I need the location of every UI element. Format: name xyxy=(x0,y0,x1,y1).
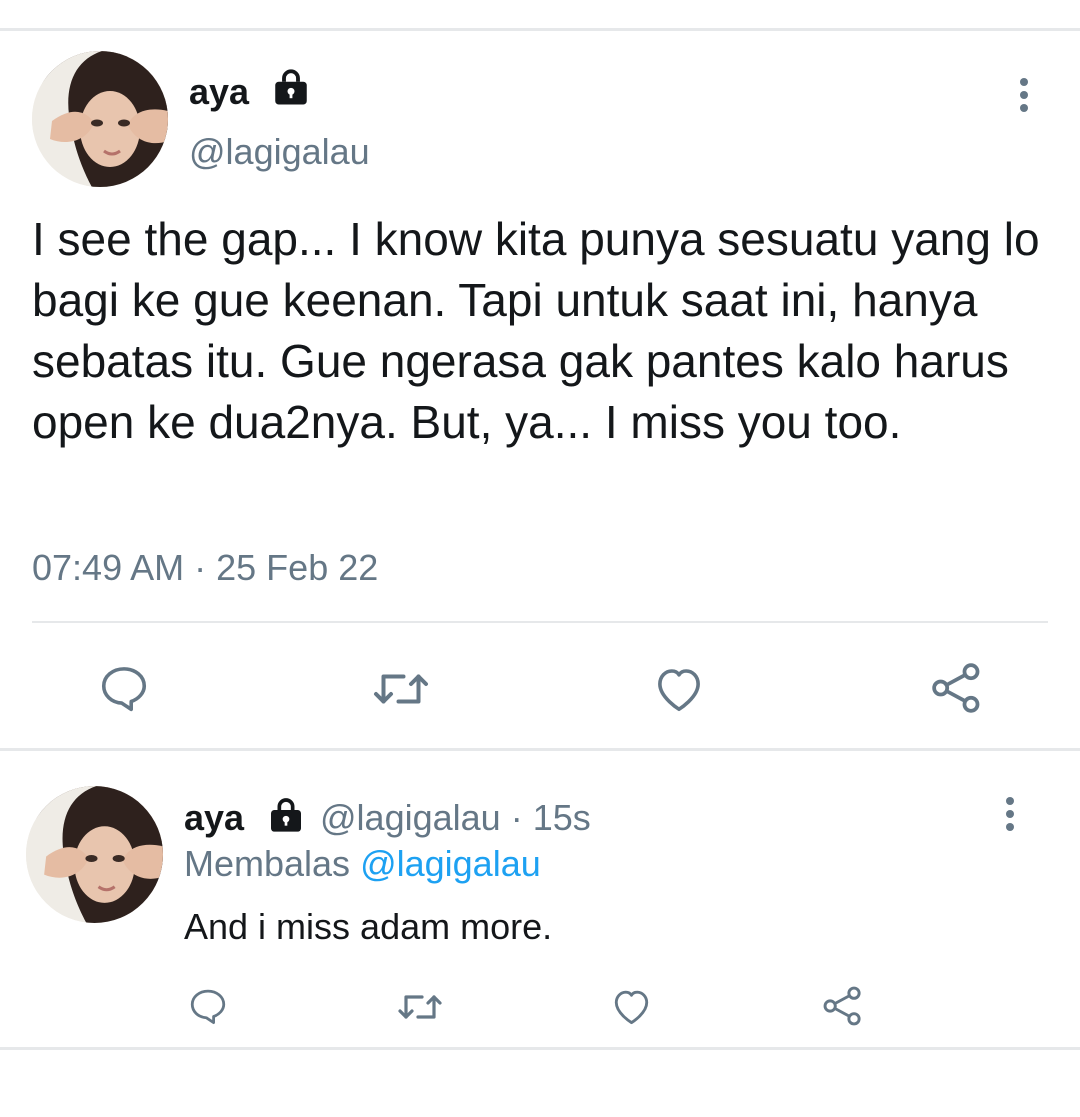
handle[interactable]: @lagigalau xyxy=(189,131,370,173)
handle[interactable]: @lagigalau xyxy=(320,797,501,838)
divider xyxy=(32,621,1048,623)
lock-icon xyxy=(275,69,307,105)
tweet-time: 07:49 AM xyxy=(32,547,185,588)
replying-to: Membalas @lagigalau xyxy=(184,843,541,885)
reply-meta: @lagigalau · 15s xyxy=(320,797,591,839)
like-icon[interactable] xyxy=(652,663,706,715)
more-options-icon[interactable] xyxy=(995,797,1025,831)
timestamp[interactable]: 07:49 AM · 25 Feb 22 xyxy=(32,547,378,589)
tweet-age: 15s xyxy=(532,797,591,838)
separator: · xyxy=(194,547,207,588)
reply-icon[interactable] xyxy=(97,661,151,715)
avatar[interactable] xyxy=(26,786,163,923)
tweet-text: And i miss adam more. xyxy=(184,906,553,947)
divider xyxy=(0,1047,1080,1050)
display-name[interactable]: aya xyxy=(184,797,244,839)
replying-label: Membalas xyxy=(184,843,351,884)
divider xyxy=(0,748,1080,751)
like-icon[interactable] xyxy=(610,986,653,1027)
avatar[interactable] xyxy=(32,51,168,187)
share-icon[interactable] xyxy=(929,660,985,716)
tweet-date: 25 Feb 22 xyxy=(216,547,379,588)
separator: · xyxy=(510,797,523,838)
reply-icon[interactable] xyxy=(187,985,229,1027)
tweet-text: I see the gap... I know kita punya sesua… xyxy=(32,213,1040,448)
display-name[interactable]: aya xyxy=(189,71,249,113)
more-options-icon[interactable] xyxy=(1009,78,1039,112)
share-icon[interactable] xyxy=(821,984,865,1028)
lock-icon xyxy=(271,798,301,832)
retweet-icon[interactable] xyxy=(371,664,431,714)
mention-link[interactable]: @lagigalau xyxy=(360,843,541,884)
retweet-icon[interactable] xyxy=(396,987,444,1027)
main-tweet[interactable]: aya @lagigalau I see the gap... I know k… xyxy=(0,31,1080,749)
